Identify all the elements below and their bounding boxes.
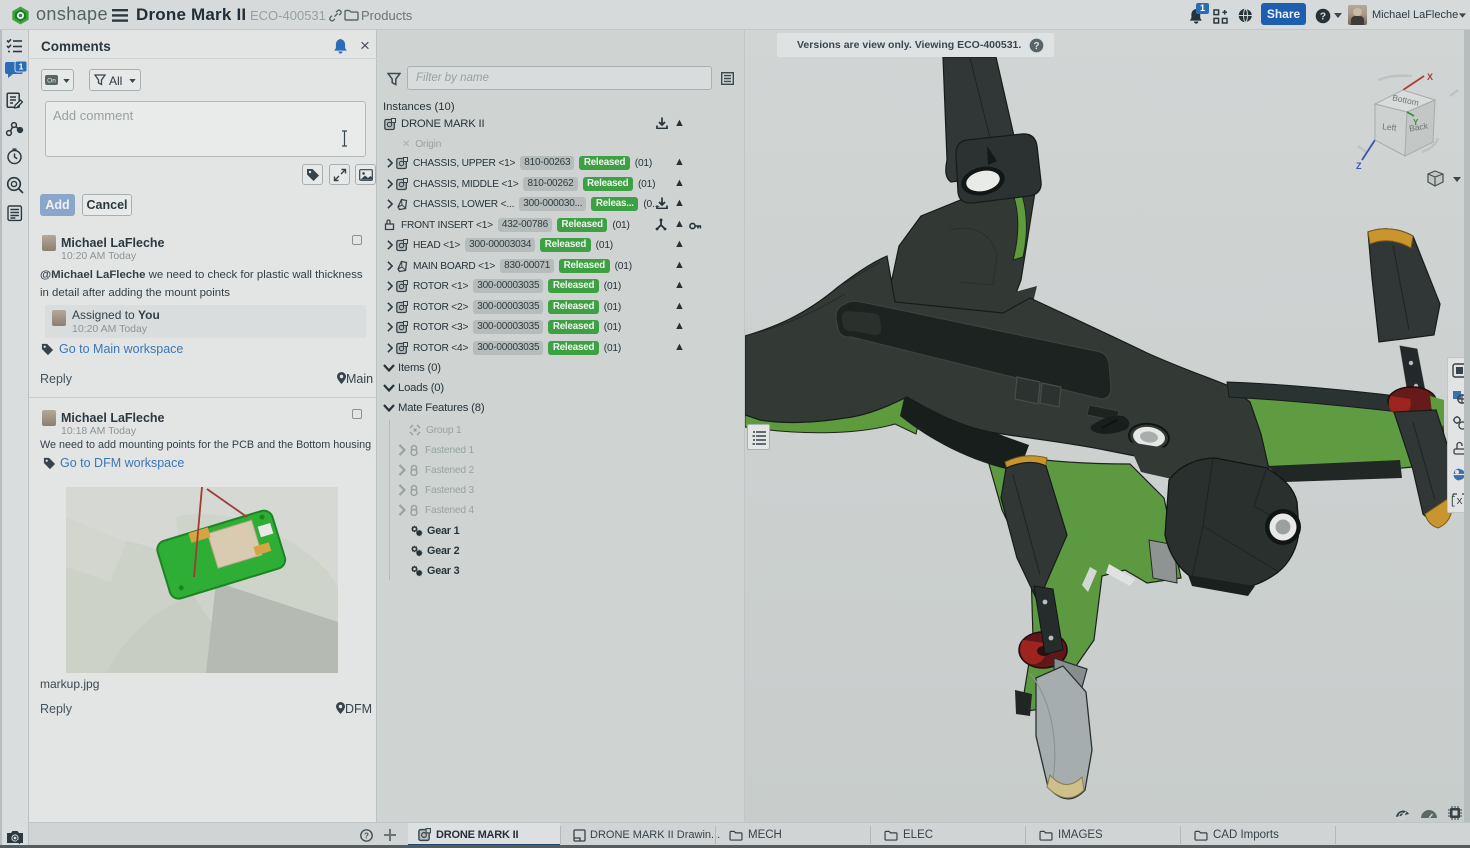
svg-text:Left: Left bbox=[1382, 121, 1398, 132]
svg-text:?: ? bbox=[364, 831, 369, 840]
svg-text:?: ? bbox=[1033, 41, 1039, 52]
svg-text:On: On bbox=[47, 78, 56, 85]
svg-text:X: X bbox=[1427, 72, 1433, 82]
svg-text:1: 1 bbox=[19, 62, 24, 72]
svg-text:?: ? bbox=[1320, 11, 1326, 23]
svg-text:Z: Z bbox=[1356, 161, 1362, 171]
